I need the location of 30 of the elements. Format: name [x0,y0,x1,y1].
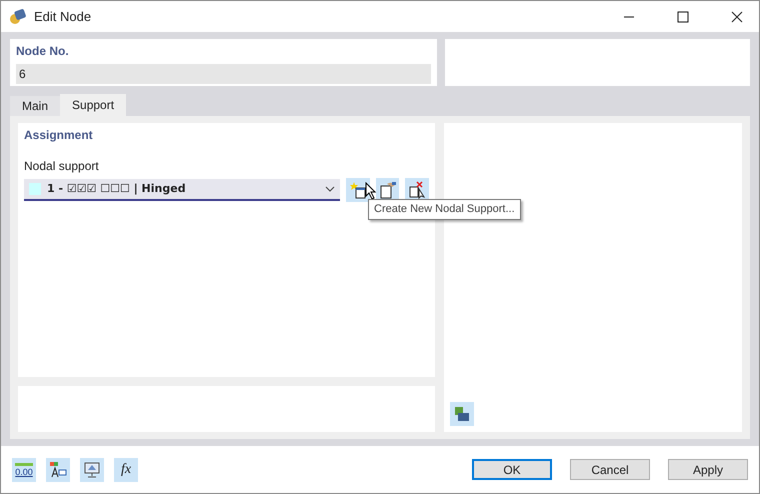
assignment-title: Assignment [24,127,94,144]
formula-button[interactable]: fx [114,458,138,482]
node-app-icon [9,8,26,25]
close-icon[interactable] [731,10,743,22]
monitor-icon [83,460,101,478]
tab[interactable]: Support [60,94,126,116]
tooltip: Create New Nodal Support... [368,199,521,220]
new-window-icon [349,181,368,199]
window-title: Edit Node [34,8,92,26]
document-cross-icon [408,181,426,199]
label-icon [49,460,67,478]
new-support-button[interactable] [346,178,370,202]
selected-support: 1 - ☑☑☑ ☐☐☐ | Hinged [47,180,187,197]
nodal-support-label: Nodal support [24,158,100,175]
display-button[interactable] [80,458,104,482]
dialog-button[interactable]: OK [472,459,552,480]
tab[interactable]: Main [10,96,60,116]
cursor-icon [365,182,377,200]
nodal-support-dropdown[interactable]: 1 - ☑☑☑ ☐☐☐ | Hinged [24,179,340,201]
dialog-button[interactable]: Cancel [570,459,650,480]
node-label: Node No. [16,43,70,60]
chevron-down-icon [325,186,336,192]
maximize-icon[interactable] [677,10,689,22]
units-button[interactable]: 0.00 [12,458,36,482]
dialog-button[interactable]: Apply [668,459,748,480]
window-hand-icon [378,181,397,199]
node-number-field[interactable]: 6 [16,64,431,84]
graphic-button[interactable] [450,402,474,426]
text-icon-button[interactable] [46,458,70,482]
render-icon [453,405,471,423]
